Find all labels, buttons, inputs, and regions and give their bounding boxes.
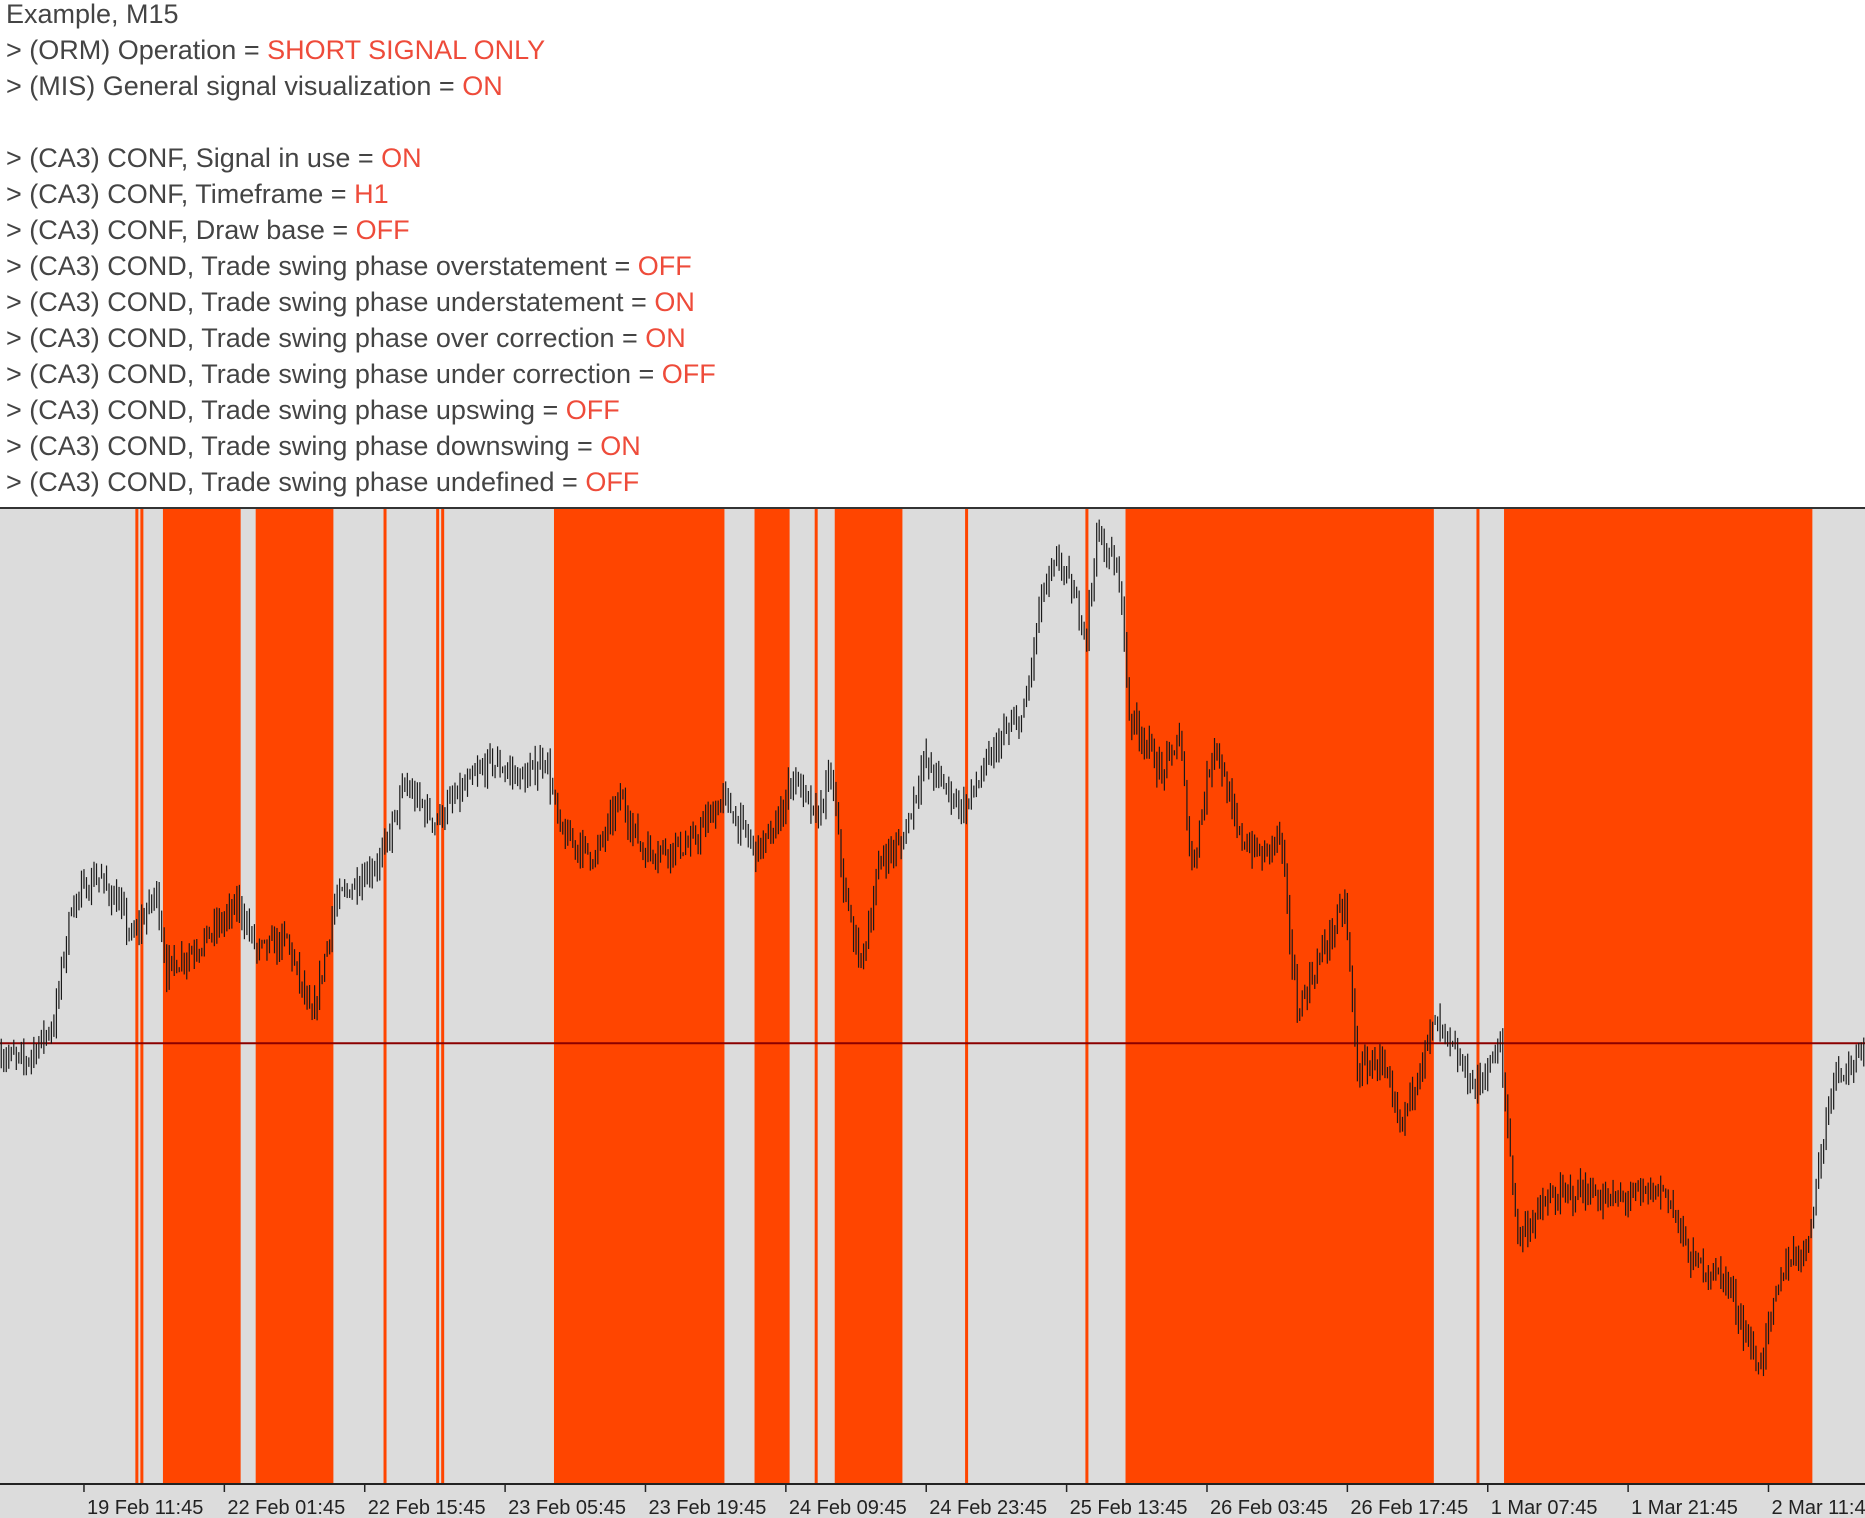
setting-value: ON — [462, 71, 503, 101]
signal-band — [162, 509, 241, 1484]
signal-band — [1476, 509, 1480, 1484]
setting-line: > (CA3) COND, Trade swing phase overstat… — [6, 248, 716, 284]
setting-value: ON — [654, 287, 695, 317]
setting-line: > (MIS) General signal visualization = O… — [6, 68, 716, 104]
x-tick-label: 23 Feb 19:45 — [648, 1497, 766, 1518]
signal-band — [135, 509, 139, 1484]
signal-band — [255, 509, 334, 1484]
setting-value: ON — [600, 431, 641, 461]
setting-line: > (CA3) COND, Trade swing phase understa… — [6, 284, 716, 320]
setting-value: OFF — [565, 395, 620, 425]
setting-label: > (MIS) General signal visualization = — [6, 71, 463, 101]
x-tick-label: 23 Feb 05:45 — [508, 1497, 626, 1518]
setting-label: > (CA3) COND, Trade swing phase downswin… — [6, 431, 601, 461]
signal-band — [754, 509, 790, 1484]
signal-band — [553, 509, 725, 1484]
setting-label: > (CA3) COND, Trade swing phase overstat… — [6, 251, 638, 281]
x-tick-label: 26 Feb 17:45 — [1350, 1497, 1468, 1518]
setting-value: ON — [381, 143, 422, 173]
settings-list: > (ORM) Operation = SHORT SIGNAL ONLY > (… — [6, 32, 716, 500]
setting-label: > (CA3) CONF, Signal in use = — [6, 143, 382, 173]
signal-band — [1085, 509, 1089, 1484]
signal-band — [441, 509, 445, 1484]
setting-line: > (CA3) CONF, Signal in use = ON — [6, 140, 716, 176]
x-tick-label: 25 Feb 13:45 — [1070, 1497, 1188, 1518]
x-tick-label: 24 Feb 23:45 — [929, 1497, 1047, 1518]
x-tick-label: 1 Mar 07:45 — [1491, 1497, 1598, 1518]
setting-value: ON — [645, 323, 686, 353]
setting-line: > (CA3) COND, Trade swing phase under co… — [6, 356, 716, 392]
setting-value: SHORT SIGNAL ONLY — [267, 35, 546, 65]
signal-band — [140, 509, 144, 1484]
setting-line: > (CA3) COND, Trade swing phase over cor… — [6, 320, 716, 356]
setting-label: > (CA3) CONF, Draw base = — [6, 215, 356, 245]
settings-panel: Example, M15 > (ORM) Operation = SHORT S… — [6, 0, 716, 500]
setting-value: H1 — [354, 179, 389, 209]
setting-value: OFF — [355, 215, 410, 245]
setting-line: > (CA3) CONF, Draw base = OFF — [6, 212, 716, 248]
setting-label: > (CA3) COND, Trade swing phase over cor… — [6, 323, 646, 353]
signal-band — [383, 509, 387, 1484]
setting-value: OFF — [585, 467, 640, 497]
x-tick-label: 24 Feb 09:45 — [789, 1497, 907, 1518]
x-tick-label: 22 Feb 01:45 — [227, 1497, 345, 1518]
setting-value: OFF — [637, 251, 692, 281]
chart-title: Example, M15 — [6, 0, 179, 29]
setting-label: > (CA3) CONF, Timeframe = — [6, 179, 355, 209]
x-tick-label: 22 Feb 15:45 — [368, 1497, 486, 1518]
setting-label: > (CA3) COND, Trade swing phase under co… — [6, 359, 662, 389]
x-tick-label: 26 Feb 03:45 — [1210, 1497, 1328, 1518]
price-chart: 21:4519 Feb 11:4522 Feb 01:4522 Feb 15:4… — [0, 507, 1865, 1518]
setting-label: > (ORM) Operation = — [6, 35, 268, 65]
setting-line: > (CA3) COND, Trade swing phase downswin… — [6, 428, 716, 464]
signal-band — [834, 509, 903, 1484]
setting-line: > (CA3) CONF, Timeframe = H1 — [6, 176, 716, 212]
setting-line: > (CA3) COND, Trade swing phase upswing … — [6, 392, 716, 428]
signal-band — [436, 509, 440, 1484]
x-tick-label: 19 Feb 11:45 — [87, 1497, 203, 1518]
setting-line: > (CA3) COND, Trade swing phase undefine… — [6, 464, 716, 500]
signal-band — [814, 509, 818, 1484]
x-tick-label: 2 Mar 11:45 — [1771, 1497, 1865, 1518]
setting-label: > (CA3) COND, Trade swing phase understa… — [6, 287, 655, 317]
signal-band — [965, 509, 969, 1484]
setting-label: > (CA3) COND, Trade swing phase upswing … — [6, 395, 566, 425]
signal-band — [1125, 509, 1434, 1484]
setting-line: > (ORM) Operation = SHORT SIGNAL ONLY — [6, 32, 716, 68]
setting-label: > (CA3) COND, Trade swing phase undefine… — [6, 467, 586, 497]
setting-value: OFF — [661, 359, 716, 389]
x-tick-label: 1 Mar 21:45 — [1631, 1497, 1738, 1518]
